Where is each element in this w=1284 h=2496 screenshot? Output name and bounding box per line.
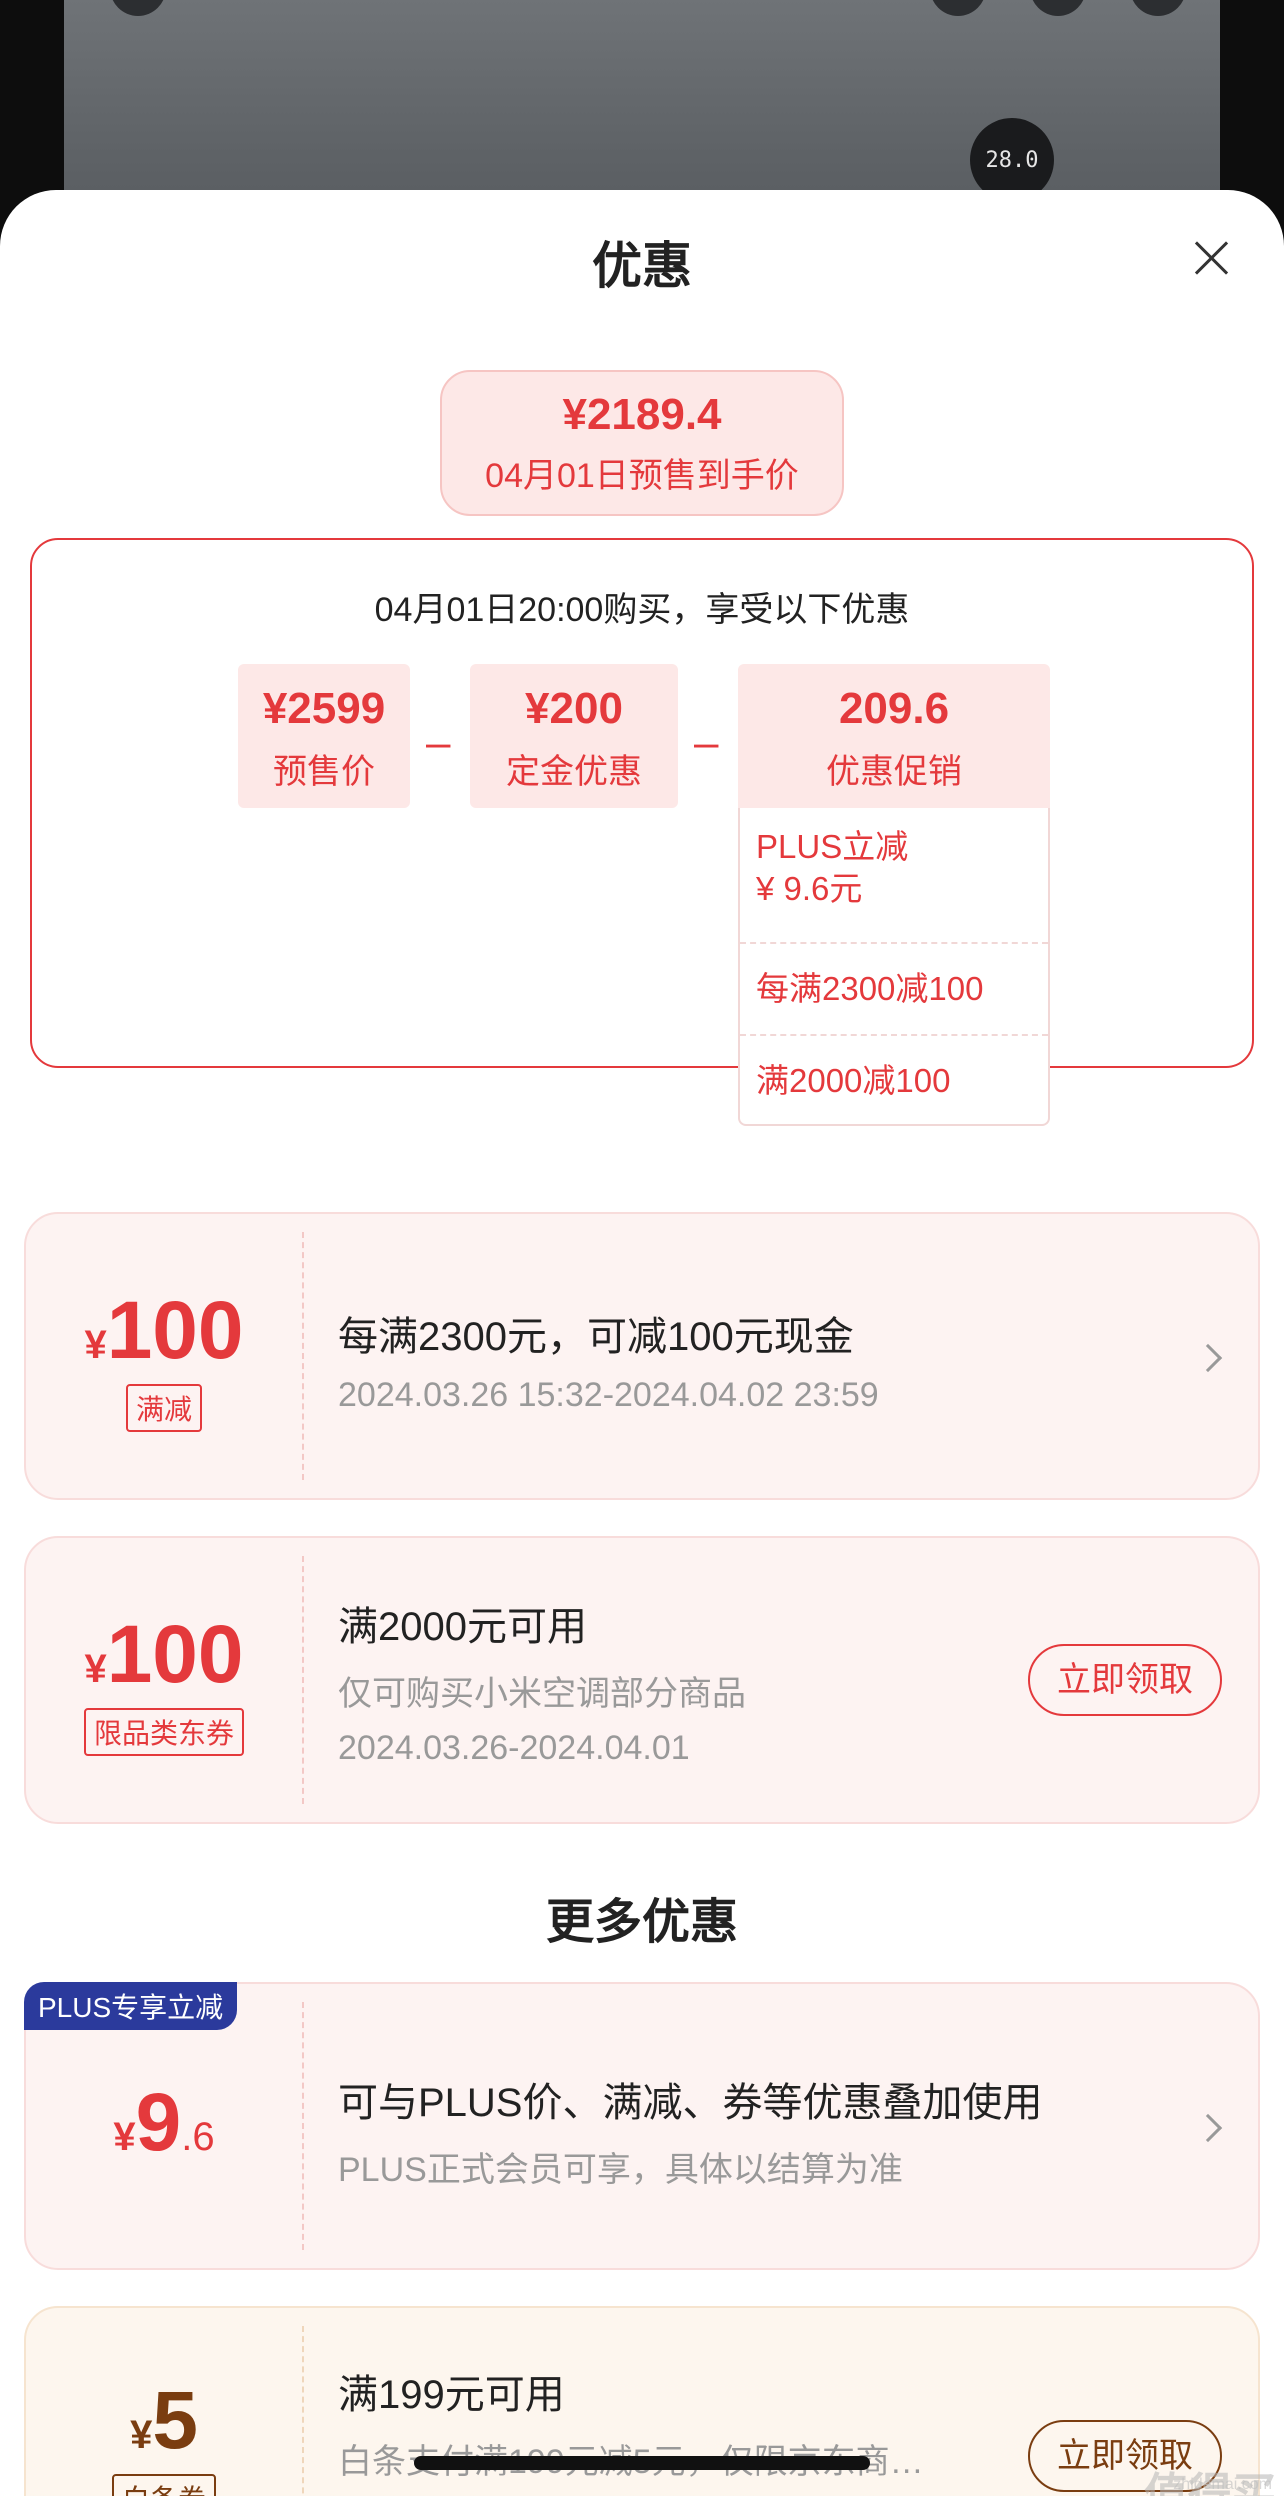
coupon-title: 满199元可用 bbox=[338, 2373, 565, 2417]
breakdown-heading: 04月01日20:00购买，享受以下优惠 bbox=[374, 591, 910, 629]
amount-decimal: .6 bbox=[181, 2115, 215, 2159]
presale-price-chip: ¥2599 预售价 bbox=[238, 664, 410, 808]
discount-sheet: 优惠 ¥2189.4 04月01日预售到手价 04月01日20:00购买，享受以… bbox=[0, 190, 1284, 2496]
plus-discount-card[interactable]: PLUS专享立减 ¥9.6 可与PLUS价、满减、券等优惠叠加使用 PLUS正式… bbox=[24, 1982, 1260, 2270]
coupon-description: PLUS正式会员可享，具体以结算为准 bbox=[338, 2151, 903, 2189]
coupon-divider bbox=[302, 1232, 304, 1480]
coupon-tag: 限品类东券 bbox=[83, 1708, 244, 1756]
coupon-title: 可与PLUS价、满减、券等优惠叠加使用 bbox=[338, 2081, 1043, 2125]
coupon-amount-area: ¥5 白条券 bbox=[26, 2308, 302, 2496]
chip-label: 定金优惠 bbox=[506, 753, 642, 791]
currency-symbol: ¥ bbox=[113, 2115, 136, 2159]
coupon-amount: ¥100 bbox=[26, 1608, 302, 1702]
watermark-url: zhidemai.com bbox=[1173, 2476, 1272, 2493]
final-price-label: 04月01日预售到手价 bbox=[485, 457, 799, 495]
chip-value: ¥200 bbox=[525, 684, 623, 733]
coupon-amount-area: ¥100 满减 bbox=[26, 1214, 302, 1498]
coupon-divider bbox=[302, 1556, 304, 1804]
coupon-validity: 2024.03.26-2024.04.01 bbox=[338, 1729, 690, 1767]
deposit-discount-chip: ¥200 定金优惠 bbox=[470, 664, 678, 808]
chip-label: 预售价 bbox=[273, 753, 375, 791]
price-breakdown: 04月01日20:00购买，享受以下优惠 ¥2599 预售价 – ¥200 定金… bbox=[30, 538, 1254, 1126]
minus-operator: – bbox=[694, 718, 719, 767]
promotion-item: 每满2300减100 bbox=[740, 944, 1048, 1036]
promotion-item: PLUS立减 ¥ 9.6元 bbox=[740, 808, 1048, 944]
chip-label: 优惠促销 bbox=[826, 753, 962, 791]
amount-value: 100 bbox=[106, 1285, 244, 1376]
coupon-amount-area: ¥100 限品类东券 bbox=[26, 1538, 302, 1822]
claim-coupon-button[interactable]: 立即领取 bbox=[1028, 1644, 1222, 1716]
final-price: ¥2189.4 bbox=[562, 390, 722, 439]
coupon-amount: ¥5 bbox=[26, 2374, 302, 2468]
coupon-card[interactable]: ¥100 满减 每满2300元，可减100元现金 2024.03.26 15:3… bbox=[24, 1212, 1260, 1500]
coupon-title: 每满2300元，可减100元现金 bbox=[338, 1315, 854, 1359]
coupon-amount-area: ¥9.6 bbox=[26, 1984, 302, 2268]
coupon-info: 可与PLUS价、满减、券等优惠叠加使用 PLUS正式会员可享，具体以结算为准 bbox=[338, 1984, 1218, 2191]
amount-value: 5 bbox=[152, 2375, 198, 2466]
minus-operator: – bbox=[426, 718, 451, 767]
coupon-card: ¥100 限品类东券 满2000元可用 仅可购买小米空调部分商品 2024.03… bbox=[24, 1536, 1260, 1824]
amount-value: 100 bbox=[106, 1609, 244, 1700]
more-discounts-title: 更多优惠 bbox=[545, 1896, 738, 1949]
promotion-chip: 209.6 优惠促销 bbox=[738, 664, 1050, 808]
coupon-validity: 2024.03.26 15:32-2024.04.02 23:59 bbox=[338, 1376, 879, 1414]
coupon-tag: 满减 bbox=[125, 1384, 202, 1432]
coupon-amount: ¥100 bbox=[26, 1284, 302, 1378]
coupon-divider bbox=[302, 2002, 304, 2250]
coupon-divider bbox=[302, 2326, 304, 2496]
currency-symbol: ¥ bbox=[130, 2413, 153, 2457]
coupon-info: 每满2300元，可减100元现金 2024.03.26 15:32-2024.0… bbox=[338, 1214, 1218, 1415]
currency-symbol: ¥ bbox=[84, 1647, 107, 1691]
sheet-title: 优惠 bbox=[592, 238, 692, 294]
chip-value: 209.6 bbox=[838, 684, 950, 733]
close-button[interactable] bbox=[1190, 236, 1234, 280]
promotion-item: 满2000减100 bbox=[756, 1062, 951, 1099]
coupon-tag: 白条券 bbox=[111, 2474, 216, 2496]
coupon-amount: ¥9.6 bbox=[26, 2076, 302, 2170]
final-price-bubble: ¥2189.4 04月01日预售到手价 bbox=[440, 370, 844, 516]
promotion-list: PLUS立减 ¥ 9.6元 每满2300减100 满2000减100 bbox=[738, 808, 1050, 1126]
amount-value: 9 bbox=[135, 2077, 182, 2168]
chip-value: ¥2599 bbox=[262, 684, 386, 733]
currency-symbol: ¥ bbox=[84, 1323, 107, 1367]
home-indicator[interactable] bbox=[414, 2456, 870, 2470]
